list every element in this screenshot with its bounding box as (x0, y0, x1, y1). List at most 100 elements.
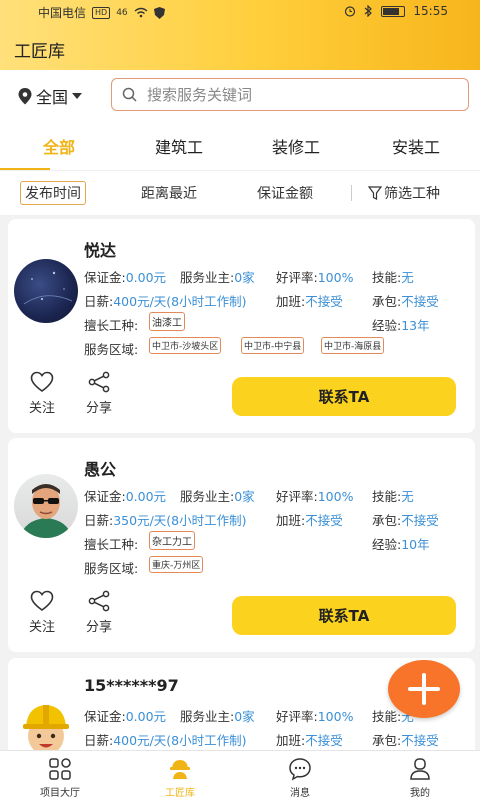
tab-construction[interactable]: 建筑工 (134, 134, 224, 158)
wage-value: 350元/天(8小时工作制) (113, 513, 247, 528)
rating-label: 好评率: (276, 270, 318, 285)
contact-button[interactable]: 联系TA (232, 377, 456, 416)
contract-label: 承包: (372, 294, 402, 309)
search-box[interactable] (111, 78, 469, 111)
rating-value: 100% (317, 270, 354, 285)
nav-label: 我的 (410, 788, 430, 799)
search-input[interactable] (147, 85, 447, 104)
category-tabs: 全部 建筑工 装修工 安装工 (0, 120, 480, 170)
grid-icon (49, 758, 71, 780)
sort-publish-time[interactable]: 发布时间 (20, 181, 86, 205)
overtime-info: 加班:不接受 (276, 510, 343, 529)
sort-deposit[interactable]: 保证金额 (257, 183, 313, 203)
avatar (14, 474, 78, 538)
experience-label: 经验: (372, 318, 402, 333)
location-pin-icon (18, 87, 32, 104)
rating-label: 好评率: (276, 489, 318, 504)
deposit-value: 0.00元 (125, 489, 167, 504)
employer-info: 服务业主:0家 (180, 706, 255, 725)
worker-icon (170, 760, 190, 779)
experience-info: 经验:13年 (372, 315, 430, 334)
plus-icon (408, 673, 440, 705)
contract-info: 承包:不接受 (372, 510, 439, 529)
nav-label: 消息 (290, 788, 310, 799)
add-button[interactable] (388, 660, 460, 718)
contract-info: 承包:不接受 (372, 730, 439, 749)
wifi-icon (134, 7, 148, 18)
tab-decoration[interactable]: 装修工 (251, 134, 341, 158)
app-header: 中国电信 HD 46 15:55 工匠库 (0, 0, 480, 70)
nav-messages[interactable]: 消息 (260, 757, 340, 799)
shield-icon (153, 6, 165, 19)
contact-button[interactable]: 联系TA (232, 596, 456, 635)
overtime-label: 加班: (276, 294, 306, 309)
signal-icon: 46 (116, 7, 128, 18)
skill-value: 无 (401, 489, 414, 504)
rating-info: 好评率:100% (276, 486, 353, 505)
clock: 15:55 (413, 4, 448, 18)
employer-label: 服务业主: (180, 270, 235, 285)
deposit-label: 保证金: (84, 489, 126, 504)
overtime-value: 不接受 (305, 513, 343, 528)
employer-value: 0家 (234, 270, 255, 285)
area-tag: 中卫市-沙坡头区 (149, 337, 222, 354)
worker-name: 悦达 (84, 241, 117, 260)
contract-label: 承包: (372, 733, 402, 748)
filter-icon (368, 186, 382, 200)
hd-badge: HD (92, 6, 111, 19)
follow-button[interactable]: 关注 (22, 371, 62, 416)
nav-mine[interactable]: 我的 (380, 757, 460, 799)
tab-installation[interactable]: 安装工 (371, 134, 461, 158)
sort-distance[interactable]: 距离最近 (141, 183, 197, 203)
skill-value: 无 (401, 270, 414, 285)
experience-value: 13年 (401, 318, 430, 333)
wage-info: 日薪:400元/天(8小时工作制) (84, 730, 247, 749)
trade-label: 擅长工种: (84, 537, 139, 552)
wage-info: 日薪:350元/天(8小时工作制) (84, 510, 247, 529)
share-button[interactable]: 分享 (79, 590, 119, 635)
worker-card[interactable]: 愚公 保证金:0.00元 服务业主:0家 好评率:100% 技能:无 日薪:35… (8, 438, 475, 652)
wage-value: 400元/天(8小时工作制) (113, 733, 247, 748)
deposit-info: 保证金:0.00元 (84, 486, 166, 505)
bottom-nav: 项目大厅 工匠库 消息 我的 (0, 750, 480, 800)
bluetooth-icon (365, 5, 373, 17)
skill-label: 技能: (372, 709, 402, 724)
wage-info: 日薪:400元/天(8小时工作制) (84, 291, 247, 310)
deposit-info: 保证金:0.00元 (84, 706, 166, 725)
contract-value: 不接受 (401, 733, 439, 748)
region-selector[interactable]: 全国 (18, 84, 83, 108)
region-label: 全国 (36, 88, 69, 107)
status-bar: 中国电信 HD 46 15:55 (0, 4, 480, 22)
deposit-value: 0.00元 (125, 270, 167, 285)
share-icon (88, 371, 110, 393)
employer-value: 0家 (234, 489, 255, 504)
filter-trade-button[interactable]: 筛选工种 (368, 183, 440, 203)
wage-label: 日薪: (84, 294, 114, 309)
caret-down-icon (72, 93, 83, 99)
overtime-value: 不接受 (305, 294, 343, 309)
worker-name: 15******97 (84, 676, 179, 695)
skill-label: 技能: (372, 270, 402, 285)
overtime-label: 加班: (276, 733, 306, 748)
nav-project-hall[interactable]: 项目大厅 (20, 757, 100, 799)
heart-icon (30, 371, 54, 392)
nav-worker-library[interactable]: 工匠库 (140, 757, 220, 799)
experience-label: 经验: (372, 537, 402, 552)
overtime-value: 不接受 (305, 733, 343, 748)
rating-value: 100% (317, 489, 354, 504)
contract-label: 承包: (372, 513, 402, 528)
divider (351, 185, 352, 201)
share-label: 分享 (85, 620, 112, 635)
tab-all[interactable]: 全部 (14, 134, 104, 158)
avatar (14, 259, 78, 323)
follow-button[interactable]: 关注 (22, 590, 62, 635)
rating-value: 100% (317, 709, 354, 724)
share-label: 分享 (85, 401, 112, 416)
employer-info: 服务业主:0家 (180, 267, 255, 286)
share-button[interactable]: 分享 (79, 371, 119, 416)
profile-icon (410, 758, 430, 780)
worker-card[interactable]: 悦达 保证金:0.00元 服务业主:0家 好评率:100% 技能:无 日薪:40… (8, 219, 475, 433)
skill-info: 技能:无 (372, 486, 414, 505)
message-icon (289, 758, 311, 781)
overtime-info: 加班:不接受 (276, 730, 343, 749)
